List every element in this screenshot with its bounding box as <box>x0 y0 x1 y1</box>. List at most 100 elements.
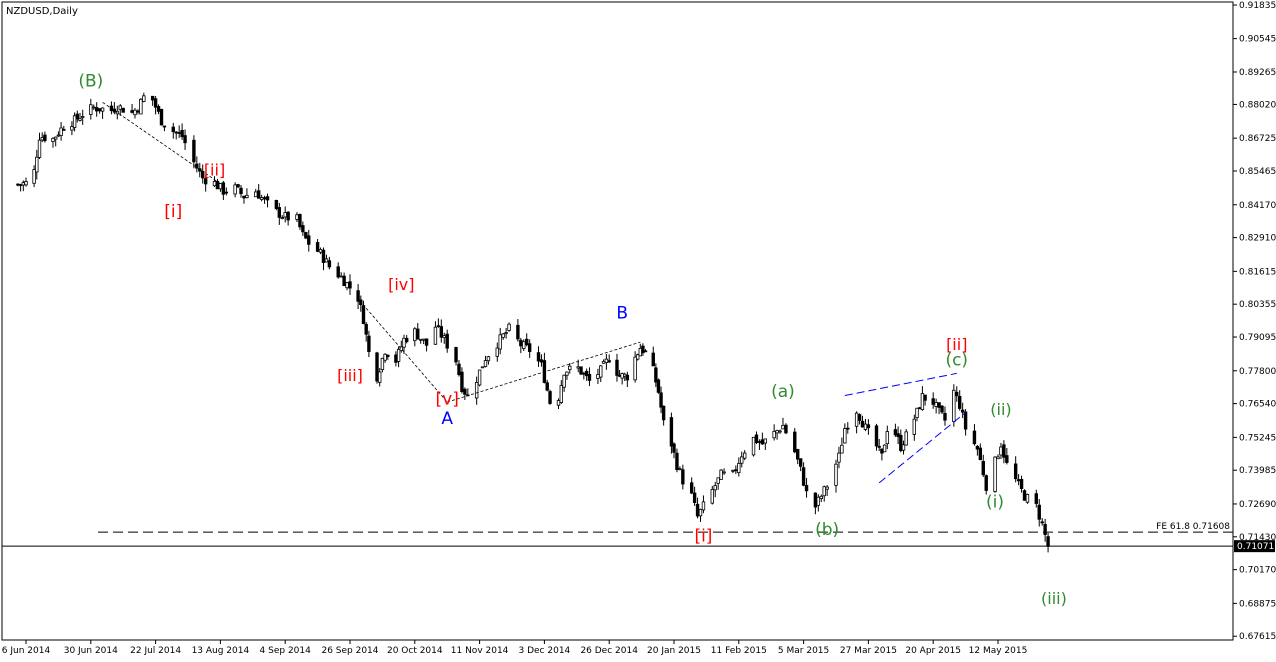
candle-body <box>904 431 908 446</box>
y-tick-label: 0.76540 <box>1239 400 1276 410</box>
chart-window[interactable]: 0.91835 0.90545 0.89265 0.88020 0.86725 0.854… <box>0 0 1276 658</box>
y-tick-label: 0.85465 <box>1239 167 1276 177</box>
candle-body <box>56 134 61 137</box>
candle-body <box>963 411 968 430</box>
candle-body <box>681 469 685 485</box>
candle-body <box>584 370 589 377</box>
candle-body <box>877 445 881 448</box>
candle-body <box>863 423 868 430</box>
candle-body <box>416 328 420 340</box>
candle-body <box>860 420 865 428</box>
wave-label: A <box>441 409 453 429</box>
wave-label: (iii) <box>1041 589 1067 608</box>
candle-body <box>394 354 398 363</box>
y-tick-label: 0.90545 <box>1239 35 1276 45</box>
candle-body <box>579 366 583 375</box>
candle <box>121 107 125 113</box>
candle-body <box>955 391 959 397</box>
y-tick-label: 0.68875 <box>1239 599 1276 609</box>
candle-body <box>698 508 703 517</box>
candle <box>159 108 164 126</box>
candle-body <box>254 191 258 198</box>
candle-body <box>1046 536 1050 547</box>
candle-body <box>1043 524 1047 535</box>
candle-body <box>436 325 441 328</box>
candle-body <box>722 471 726 474</box>
candle-body <box>345 282 349 289</box>
x-tick-label: 20 Jan 2015 <box>647 646 701 656</box>
candle-body <box>156 106 161 112</box>
candle-body <box>396 348 401 362</box>
candle-body <box>854 412 859 427</box>
y-tick-label: 0.81615 <box>1239 267 1276 277</box>
candle-body <box>442 335 446 339</box>
x-tick-label: 20 Apr 2015 <box>905 646 961 656</box>
candle-body <box>796 449 800 460</box>
candle-body <box>874 425 879 447</box>
candle-body <box>439 326 444 338</box>
candle <box>784 423 788 435</box>
x-tick-label: 27 Mar 2015 <box>840 646 897 656</box>
candle-body <box>359 299 363 305</box>
candle-body <box>171 126 175 133</box>
candle-body <box>112 108 117 113</box>
candle-body <box>615 359 619 376</box>
candle-body <box>882 444 887 453</box>
candle-body <box>601 361 606 364</box>
candle <box>793 428 797 454</box>
candle-body <box>324 258 329 263</box>
candle-body <box>35 156 39 173</box>
candle-body <box>651 352 655 367</box>
candle-body <box>498 334 502 350</box>
candle-body <box>130 110 134 113</box>
candle-body <box>386 354 390 357</box>
candle-body <box>256 190 261 199</box>
candle-body <box>212 181 217 187</box>
candle-body <box>54 136 58 140</box>
y-tick-label: 0.72690 <box>1239 500 1276 510</box>
y-tick-label: 0.91835 <box>1239 1 1276 11</box>
wave-label: B <box>616 304 628 324</box>
candle-body <box>689 482 694 494</box>
candle-body <box>912 418 916 435</box>
candle-body <box>153 98 158 108</box>
candle-body <box>568 365 572 371</box>
y-tick-label: 0.89265 <box>1239 68 1276 78</box>
candle-body <box>203 178 208 185</box>
candle-body <box>975 445 980 450</box>
candle-body <box>367 335 371 352</box>
candle-body <box>710 488 714 504</box>
candle-body <box>834 463 838 486</box>
x-tick-label: 12 May 2015 <box>969 646 1028 656</box>
candle-body <box>793 431 797 453</box>
candle-body <box>62 129 66 131</box>
candle-body <box>781 424 785 430</box>
candle-body <box>896 433 900 438</box>
candle-body <box>183 135 187 144</box>
candle-body <box>837 452 841 463</box>
candle <box>304 231 308 240</box>
candle-body <box>81 116 85 118</box>
candle-body <box>277 207 282 218</box>
candle-body <box>522 341 526 349</box>
candle-body <box>576 366 580 369</box>
candle-body <box>692 492 697 503</box>
candle-body <box>404 337 409 343</box>
candle-body <box>775 430 779 434</box>
candle <box>1022 489 1027 501</box>
candle-body <box>486 356 491 362</box>
time-axis: 6 Jun 2014 30 Jun 2014 22 Jul 2014 13 Aug 2… <box>2 640 1028 656</box>
x-tick-label: 6 Jun 2014 <box>2 646 51 656</box>
candle-body <box>356 290 360 302</box>
candle-body <box>731 469 735 472</box>
price-chart[interactable]: 0.91835 0.90545 0.89265 0.88020 0.86725 0.854… <box>0 0 1276 658</box>
candle-body <box>304 232 308 239</box>
candle-body <box>915 407 919 419</box>
wave-label: [iv] <box>388 275 414 294</box>
candle-body <box>348 281 352 289</box>
candle-body <box>364 323 368 335</box>
fibonacci-level-label: FE 61.8 0.71608 <box>1156 522 1230 532</box>
candle-body <box>413 328 417 342</box>
candle-body <box>825 486 829 490</box>
candle-body <box>846 427 850 430</box>
